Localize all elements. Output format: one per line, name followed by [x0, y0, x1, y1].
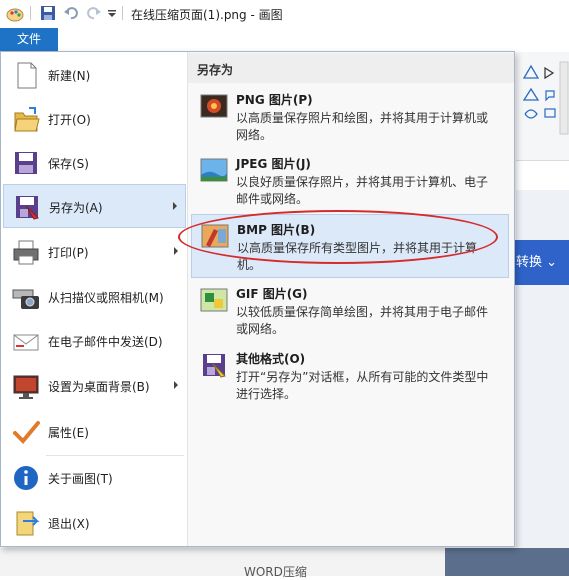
email-icon: [13, 334, 39, 351]
menu-item-label: 从扫描仪或照相机(M): [48, 291, 164, 305]
save-as-panel-title: 另存为: [197, 63, 234, 77]
title-separator: [30, 6, 31, 20]
menu-item-save[interactable]: 保存(S): [3, 141, 186, 185]
menu-item-label: 新建(N): [48, 69, 91, 83]
window-title: 在线压缩页面(1).png - 画图: [131, 8, 283, 22]
save-floppy-icon: [15, 152, 37, 174]
submenu-arrow-icon: [173, 202, 177, 210]
save-as-panel-header: 另存为: [188, 53, 514, 83]
redo-icon[interactable]: [86, 5, 102, 21]
convert-button[interactable]: 转换 ⌄: [510, 240, 569, 285]
save-icon[interactable]: [40, 5, 56, 21]
menu-item-label: 在电子邮件中发送(D): [48, 335, 163, 349]
submenu-arrow-icon: [174, 247, 178, 255]
undo-icon[interactable]: [63, 5, 79, 21]
format-name: GIF 图片(G): [236, 287, 308, 301]
other-formats-icon: [203, 354, 226, 378]
new-file-icon: [17, 62, 37, 89]
format-gif[interactable]: GIF 图片(G) 以较低质量保存简单绘图，并将其用于电子邮件或网络。: [191, 279, 509, 343]
format-name: JPEG 图片(J): [236, 157, 311, 171]
save-as-icon: [16, 196, 39, 220]
menu-item-label: 关于画图(T): [48, 472, 113, 486]
file-tab[interactable]: 文件: [0, 28, 58, 51]
printer-icon: [13, 240, 39, 265]
shapes-gallery-icon[interactable]: [516, 52, 569, 152]
open-folder-icon: [14, 107, 40, 132]
info-icon: [14, 466, 38, 490]
checkmark-icon: [13, 421, 40, 444]
word-compress-link[interactable]: WORD压缩: [244, 563, 307, 580]
title-separator: [122, 6, 123, 20]
menu-item-exit[interactable]: 退出(X): [3, 501, 186, 545]
menu-item-label: 打印(P): [48, 246, 89, 260]
menu-item-print[interactable]: 打印(P): [3, 230, 186, 274]
menu-item-about-paint[interactable]: 关于画图(T): [3, 456, 186, 500]
format-other[interactable]: 其他格式(O) 打开“另存为”对话框，从所有可能的文件类型中进行选择。: [191, 344, 509, 408]
format-jpeg[interactable]: JPEG 图片(J) 以良好质量保存照片，并将其用于计算机、电子邮件或网络。: [191, 149, 509, 213]
format-name: PNG 图片(P): [236, 93, 313, 107]
ribbon-shapes-area: [516, 52, 569, 161]
jpeg-image-icon: [200, 158, 228, 182]
gif-image-icon: [200, 288, 228, 312]
desktop-background-icon: [13, 375, 39, 399]
menu-item-send-email[interactable]: 在电子邮件中发送(D): [3, 319, 186, 363]
menu-item-from-scanner[interactable]: 从扫描仪或照相机(M): [3, 275, 186, 319]
menu-item-new[interactable]: 新建(N): [3, 53, 186, 97]
menu-item-set-desktop-background[interactable]: 设置为桌面背景(B): [3, 364, 186, 408]
customize-toolbar-dropdown-icon[interactable]: [107, 9, 117, 19]
title-bar: 在线压缩页面(1).png - 画图: [0, 0, 569, 28]
menu-commands: 新建(N) 打开(O) 保存(S) 另存为(A) 打印(P) 从扫描仪或照相机(…: [1, 52, 187, 546]
menu-item-properties[interactable]: 属性(E): [3, 410, 186, 454]
chevron-down-icon: ⌄: [546, 255, 558, 270]
highlight-annotation-ellipse: [178, 210, 498, 264]
menu-item-label: 退出(X): [48, 517, 90, 531]
menu-item-label: 保存(S): [48, 157, 89, 171]
file-menu: 新建(N) 打开(O) 保存(S) 另存为(A) 打印(P) 从扫描仪或照相机(…: [0, 51, 515, 547]
menu-item-open[interactable]: 打开(O): [3, 97, 186, 141]
format-description: 以良好质量保存照片，并将其用于计算机、电子邮件或网络。: [236, 175, 489, 206]
format-description: 打开“另存为”对话框，从所有可能的文件类型中进行选择。: [236, 370, 489, 401]
format-description: 以较低质量保存简单绘图，并将其用于电子邮件或网络。: [236, 305, 489, 336]
paint-app-icon[interactable]: [6, 5, 26, 23]
png-image-icon: [200, 94, 228, 118]
submenu-arrow-icon: [174, 381, 178, 389]
scanner-camera-icon: [12, 289, 39, 309]
format-png[interactable]: PNG 图片(P) 以高质量保存照片和绘图，并将其用于计算机或网络。: [191, 85, 509, 149]
exit-icon: [16, 511, 40, 536]
convert-label: 转换: [516, 255, 543, 270]
menu-item-label: 打开(O): [48, 113, 91, 127]
menu-item-save-as[interactable]: 另存为(A): [3, 184, 186, 228]
format-name: 其他格式(O): [236, 352, 306, 366]
menu-item-label: 设置为桌面背景(B): [48, 380, 150, 394]
menu-item-label: 另存为(A): [49, 201, 103, 215]
format-description: 以高质量保存照片和绘图，并将其用于计算机或网络。: [236, 111, 489, 142]
bottom-dark-area: [445, 548, 569, 576]
menu-item-label: 属性(E): [48, 426, 89, 440]
